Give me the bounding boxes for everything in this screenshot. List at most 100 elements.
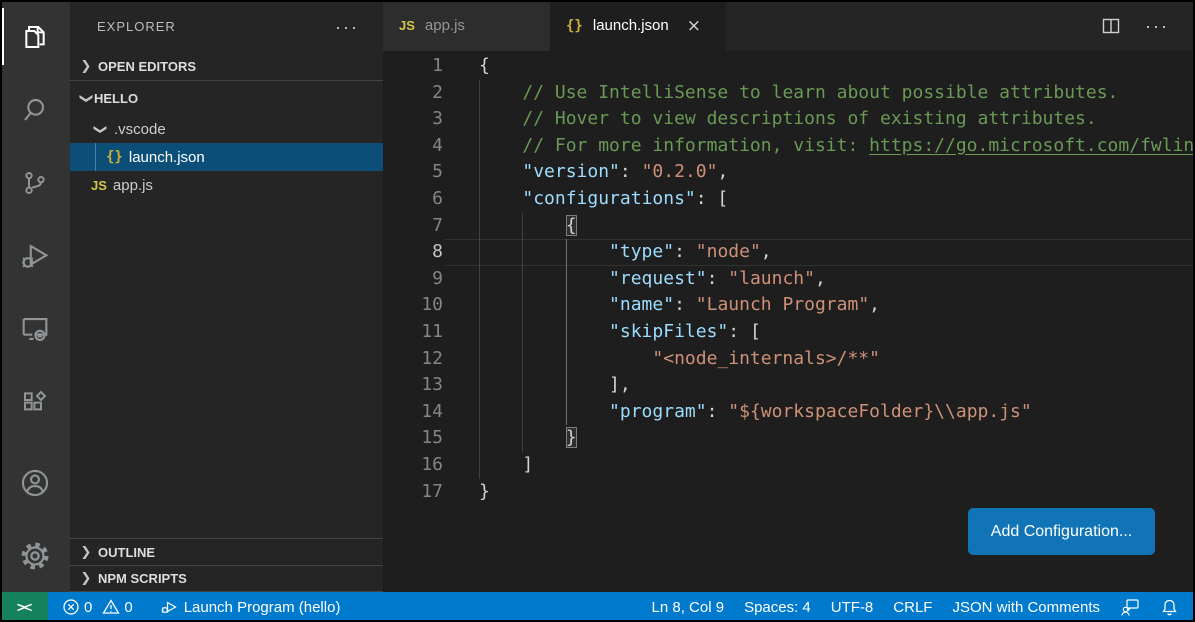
indentation-status[interactable]: Spaces: 4 xyxy=(734,592,821,622)
sidebar-title: EXPLORER xyxy=(97,19,176,34)
code-line[interactable]: 9 "request": "launch", xyxy=(383,266,1195,293)
eol-status[interactable]: CRLF xyxy=(883,592,942,622)
accounts-icon[interactable] xyxy=(0,446,70,519)
code-line[interactable]: 3 // Hover to view descriptions of exist… xyxy=(383,106,1195,133)
indentation-label: Spaces: 4 xyxy=(744,599,811,616)
line-number: 4 xyxy=(383,133,443,160)
workspace-root-label: HELLO xyxy=(94,91,138,106)
tab-app-js[interactable]: JS app.js xyxy=(383,0,550,51)
chevron-right-icon: ❯ xyxy=(78,59,94,74)
line-content: ] xyxy=(479,452,533,479)
error-icon xyxy=(62,598,80,616)
cursor-position-label: Ln 8, Col 9 xyxy=(652,599,725,616)
code-line[interactable]: 2 // Use IntelliSense to learn about pos… xyxy=(383,80,1195,107)
feedback-icon xyxy=(1120,597,1140,617)
line-content: // Use IntelliSense to learn about possi… xyxy=(479,80,1118,107)
feedback-status[interactable] xyxy=(1110,592,1150,622)
problems-status[interactable]: 0 0 xyxy=(52,592,149,622)
line-number: 5 xyxy=(383,159,443,186)
encoding-status[interactable]: UTF-8 xyxy=(821,592,884,622)
code-line[interactable]: 11 "skipFiles": [ xyxy=(383,319,1195,346)
run-and-debug-icon[interactable] xyxy=(0,219,70,292)
section-label: NPM SCRIPTS xyxy=(98,571,187,586)
add-configuration-button[interactable]: Add Configuration... xyxy=(968,508,1155,555)
settings-gear-icon[interactable] xyxy=(0,519,70,592)
line-number: 1 xyxy=(383,53,443,80)
section-open-editors[interactable]: ❯ OPEN EDITORS xyxy=(70,53,383,80)
line-number: 8 xyxy=(383,239,443,266)
line-number: 6 xyxy=(383,186,443,213)
line-content: "skipFiles": [ xyxy=(479,319,761,346)
activity-bar xyxy=(0,0,70,592)
tab-launch-json[interactable]: {} launch.json × xyxy=(550,0,726,51)
status-bar: >< 0 0 Launch Program (hello) Ln 8, Col … xyxy=(0,592,1195,622)
section-npm-scripts[interactable]: ❯ NPM SCRIPTS xyxy=(70,565,383,592)
more-actions-icon[interactable]: ··· xyxy=(1145,22,1169,30)
line-number: 17 xyxy=(383,479,443,506)
status-right: Ln 8, Col 9 Spaces: 4 UTF-8 CRLF JSON wi… xyxy=(642,592,1195,622)
warning-icon xyxy=(102,598,120,616)
remote-explorer-icon[interactable] xyxy=(0,292,70,365)
line-content: { xyxy=(479,53,490,80)
warning-count: 0 xyxy=(124,599,132,616)
line-content: "request": "launch", xyxy=(479,266,826,293)
explorer-icon[interactable] xyxy=(0,0,70,73)
tree-item-launch-json[interactable]: {} launch.json xyxy=(70,143,383,171)
line-content: "program": "${workspaceFolder}\\app.js" xyxy=(479,399,1032,426)
search-icon[interactable] xyxy=(0,73,70,146)
code-editor[interactable]: 1{2 // Use IntelliSense to learn about p… xyxy=(383,51,1195,592)
source-control-icon[interactable] xyxy=(0,146,70,219)
code-line[interactable]: 16 ] xyxy=(383,452,1195,479)
line-content: "<node_internals>/**" xyxy=(479,346,880,373)
section-outline[interactable]: ❯ OUTLINE xyxy=(70,538,383,565)
line-content: "version": "0.2.0", xyxy=(479,159,728,186)
code-line[interactable]: 17} xyxy=(383,479,1195,506)
extensions-icon[interactable] xyxy=(0,365,70,438)
close-icon[interactable]: × xyxy=(687,16,701,36)
js-file-icon: JS xyxy=(399,18,415,33)
remote-indicator[interactable]: >< xyxy=(0,592,48,622)
line-number: 11 xyxy=(383,319,443,346)
code-line[interactable]: 15 } xyxy=(383,425,1195,452)
workspace-root-row[interactable]: ❯ HELLO xyxy=(70,81,383,115)
code-line[interactable]: 10 "name": "Launch Program", xyxy=(383,292,1195,319)
code-line[interactable]: 4 // For more information, visit: https:… xyxy=(383,133,1195,160)
code-line[interactable]: 13 ], xyxy=(383,372,1195,399)
json-file-icon: {} xyxy=(566,18,583,34)
line-number: 3 xyxy=(383,106,443,133)
notifications-status[interactable] xyxy=(1150,592,1189,622)
split-editor-icon[interactable] xyxy=(1101,16,1121,36)
debug-start-icon xyxy=(159,597,179,617)
line-number: 12 xyxy=(383,346,443,373)
error-count: 0 xyxy=(84,599,92,616)
code-line[interactable]: 8 "type": "node", xyxy=(383,239,1195,266)
tree-item-vscode-folder[interactable]: ❯ .vscode xyxy=(70,115,383,143)
code-line[interactable]: 1{ xyxy=(383,53,1195,80)
code-line[interactable]: 6 "configurations": [ xyxy=(383,186,1195,213)
code-line[interactable]: 12 "<node_internals>/**" xyxy=(383,346,1195,373)
line-content: "name": "Launch Program", xyxy=(479,292,880,319)
sidebar-more-actions-icon[interactable]: ··· xyxy=(335,23,359,31)
chevron-down-icon: ❯ xyxy=(79,90,94,106)
encoding-label: UTF-8 xyxy=(831,599,874,616)
language-mode-label: JSON with Comments xyxy=(952,599,1100,616)
tab-label: app.js xyxy=(425,17,465,34)
line-number: 10 xyxy=(383,292,443,319)
line-number: 14 xyxy=(383,399,443,426)
cursor-position-status[interactable]: Ln 8, Col 9 xyxy=(642,592,735,622)
code-line[interactable]: 5 "version": "0.2.0", xyxy=(383,159,1195,186)
tree-item-app-js[interactable]: JS app.js xyxy=(70,171,383,199)
bell-icon xyxy=(1160,598,1179,617)
code-line[interactable]: 7 { xyxy=(383,213,1195,240)
code-lines: 1{2 // Use IntelliSense to learn about p… xyxy=(383,51,1195,505)
language-mode-status[interactable]: JSON with Comments xyxy=(942,592,1110,622)
tab-label: launch.json xyxy=(593,17,669,34)
line-number: 7 xyxy=(383,213,443,240)
chevron-right-icon: ❯ xyxy=(78,571,94,586)
debug-launch-status[interactable]: Launch Program (hello) xyxy=(149,592,351,622)
editor-actions: ··· xyxy=(1075,0,1195,51)
section-label: OUTLINE xyxy=(98,545,155,560)
chevron-right-icon: ❯ xyxy=(78,545,94,560)
code-line[interactable]: 14 "program": "${workspaceFolder}\\app.j… xyxy=(383,399,1195,426)
section-workspace: ❯ HELLO ❯ .vscode {} launch.json JS app.… xyxy=(70,80,383,538)
